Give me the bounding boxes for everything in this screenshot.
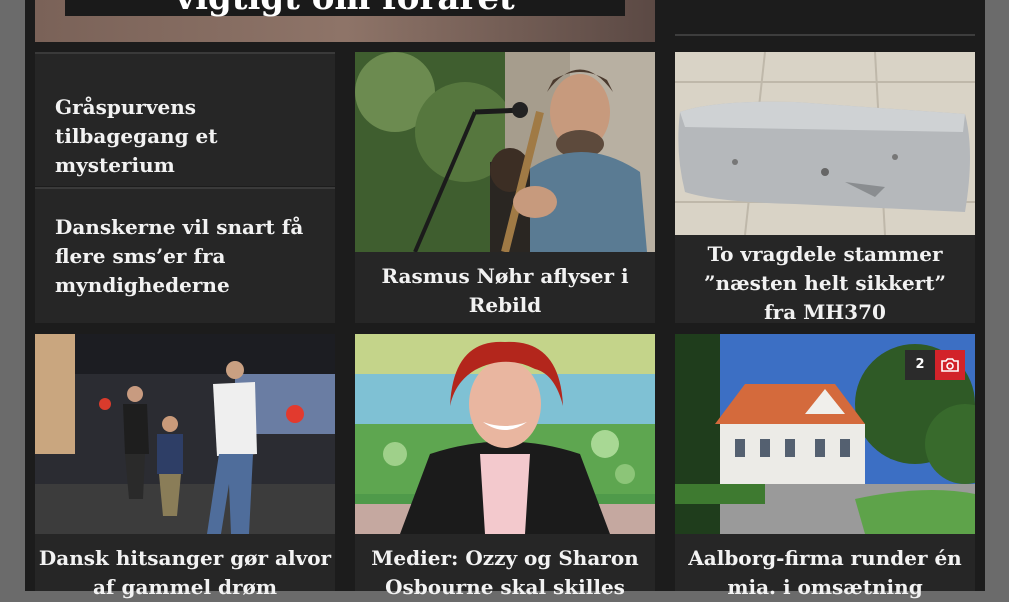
article-card-hitsanger[interactable]: Dansk hitsanger gør alvor af gammel drøm — [35, 334, 335, 599]
article-card-osbourne[interactable]: Medier: Ozzy og Sharon Osbourne skal ski… — [355, 334, 655, 599]
article-title: Dansk hitsanger gør alvor af gammel drøm — [38, 546, 332, 599]
article-title: Medier: Ozzy og Sharon Osbourne skal ski… — [371, 546, 639, 599]
article-image — [355, 334, 655, 534]
article-title: To vragdele stammer ”næsten helt sikkert… — [704, 242, 946, 324]
section-divider — [675, 34, 975, 36]
article-image — [675, 52, 975, 235]
news-page: vigtigt om foråret Gråspurvens tilbagega… — [25, 0, 985, 599]
article-image — [35, 334, 335, 534]
article-title: Gråspurvens tilbagegang et mysterium — [55, 95, 218, 177]
article-card-sms[interactable]: Danskerne vil snart få flere sms’er fra … — [35, 187, 335, 323]
article-card-rasmus-nohr[interactable]: Rasmus Nøhr aflyser i Rebild — [355, 52, 655, 323]
hero-headline: vigtigt om foråret — [65, 0, 625, 16]
camera-icon — [935, 350, 965, 380]
gallery-count: 2 — [905, 350, 935, 380]
article-card-aalborg-firma[interactable]: 2 Aalborg-firma runder én mia. i omsætni… — [675, 334, 975, 599]
article-title: Aalborg-firma runder én mia. i omsætning — [688, 546, 962, 599]
article-title: Rasmus Nøhr aflyser i Rebild — [381, 264, 629, 317]
gallery-badge: 2 — [905, 350, 965, 380]
article-title: Danskerne vil snart få flere sms’er fra … — [55, 215, 304, 297]
hero-card[interactable]: vigtigt om foråret — [35, 0, 655, 42]
article-image — [355, 52, 655, 252]
article-card-mh370[interactable]: To vragdele stammer ”næsten helt sikkert… — [675, 52, 975, 324]
article-card-graaspurv[interactable]: Gråspurvens tilbagegang et mysterium — [35, 52, 335, 186]
